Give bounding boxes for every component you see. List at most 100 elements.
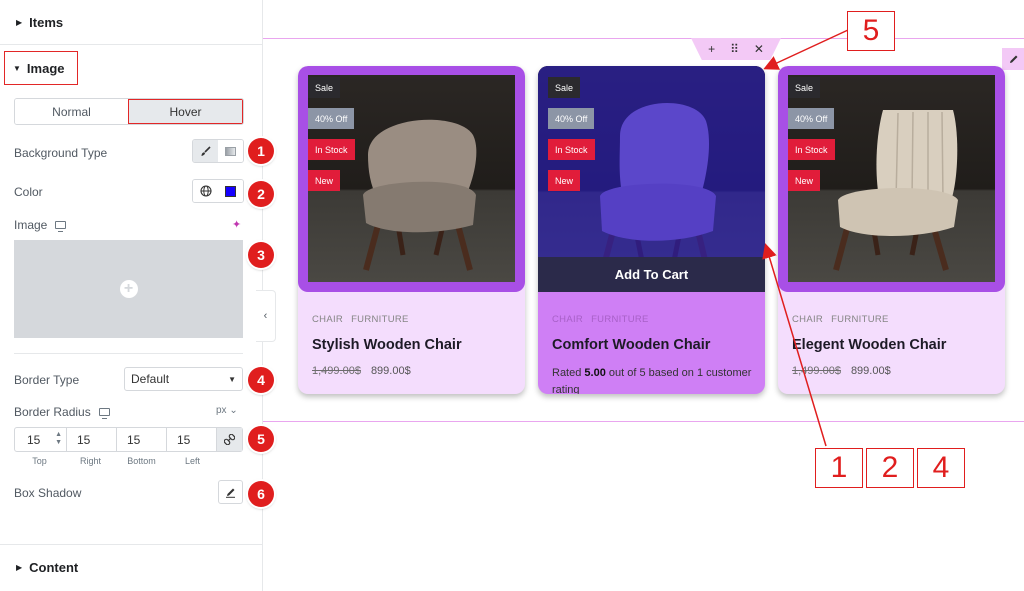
global-colors-button[interactable] <box>193 180 218 202</box>
product-rating: Rated 5.00 out of 5 based on 1 customer … <box>552 365 752 394</box>
badge-in-stock: In Stock <box>788 139 835 160</box>
image-label: Image <box>14 218 48 232</box>
border-type-label: Border Type <box>14 373 80 387</box>
color-controls <box>192 179 244 203</box>
product-categories: CHAIR FURNITURE <box>792 314 889 325</box>
border-radius-label-row: Border Radius <box>14 405 110 419</box>
badge-sale: Sale <box>548 77 581 98</box>
radius-left-input[interactable]: 15 <box>167 428 217 451</box>
callout-badge-6: 6 <box>248 481 274 507</box>
link-values-button[interactable] <box>217 428 242 451</box>
ai-sparkle-icon[interactable]: ✦ <box>232 218 241 231</box>
category-link[interactable]: CHAIR <box>792 314 823 325</box>
section-content-toggle[interactable]: ▶ Content <box>0 544 262 589</box>
radius-bottom-value: 15 <box>127 432 141 447</box>
badge-new: New <box>548 170 581 191</box>
caret-down-icon: ▼ <box>13 63 21 73</box>
radius-right-value: 15 <box>77 432 91 447</box>
responsive-desktop-icon[interactable] <box>55 221 67 232</box>
product-title[interactable]: Comfort Wooden Chair <box>552 337 710 353</box>
image-upload-area[interactable]: + <box>14 240 243 338</box>
panel-divider <box>14 353 243 354</box>
edit-widget-button[interactable] <box>1002 48 1024 70</box>
callout-badge-5: 5 <box>248 426 274 452</box>
annotation-box-5: 5 <box>847 11 895 51</box>
radius-right-input[interactable]: 15 <box>67 428 117 451</box>
background-type-label: Background Type <box>14 146 108 160</box>
drag-handle-icon[interactable]: ⠿ <box>730 42 739 56</box>
annotation-box-2: 2 <box>866 448 914 488</box>
background-type-switch <box>192 139 244 163</box>
sale-price: 899.00$ <box>850 365 891 377</box>
pencil-icon <box>1009 55 1017 63</box>
product-image-frame: Sale 40% Off In Stock New <box>778 66 1005 292</box>
product-image-frame: Sale 40% Off In Stock New <box>298 66 525 292</box>
label-bottom: Bottom <box>127 456 156 466</box>
category-link[interactable]: CHAIR <box>552 314 583 325</box>
border-radius-inputs: 15 ▲ ▼ 15 15 15 <box>14 427 243 452</box>
tab-hover[interactable]: Hover <box>128 99 243 124</box>
rating-prefix: Rated <box>552 367 582 379</box>
add-section-icon[interactable]: + <box>708 42 715 56</box>
product-categories: CHAIR FURNITURE <box>552 314 649 325</box>
product-title[interactable]: Stylish Wooden Chair <box>312 337 462 353</box>
annotation-box-1: 1 <box>815 448 863 488</box>
product-card[interactable]: Sale 40% Off In Stock New CHAIR FURNITUR… <box>778 66 1005 394</box>
border-radius-label: Border Radius <box>14 405 91 419</box>
classic-brush-button[interactable] <box>193 140 218 162</box>
section-toolbar: + ⠿ ✕ <box>691 38 781 60</box>
radius-input-labels: Top Right Bottom Left <box>14 456 218 466</box>
add-to-cart-button[interactable]: Add To Cart <box>538 257 765 292</box>
tab-normal[interactable]: Normal <box>15 99 128 124</box>
stepper-icon[interactable]: ▲ ▼ <box>55 431 62 447</box>
category-link[interactable]: CHAIR <box>312 314 343 325</box>
section-image-toggle[interactable]: ▼ Image <box>4 51 78 85</box>
box-shadow-label: Box Shadow <box>14 486 82 500</box>
pencil-icon <box>226 488 235 498</box>
units-value: px <box>216 405 227 416</box>
sale-price: 899.00$ <box>370 365 411 377</box>
badge-new: New <box>788 170 821 191</box>
badge-discount: 40% Off <box>548 108 595 129</box>
label-top: Top <box>32 456 47 466</box>
product-card[interactable]: Sale 40% Off In Stock New CHAIR FURNITUR… <box>298 66 525 394</box>
radius-bottom-input[interactable]: 15 <box>117 428 167 451</box>
units-select[interactable]: px ⌄ <box>216 405 238 416</box>
product-image-frame: Add To Cart Sale 40% Off In Stock New <box>538 66 765 292</box>
label-left: Left <box>184 456 200 466</box>
rating-suffix: out of 5 based on 1 customer rating <box>552 367 752 394</box>
state-tabs: Normal Hover <box>14 98 244 125</box>
section-image-label: Image <box>26 60 65 76</box>
gradient-button[interactable] <box>218 140 243 162</box>
responsive-desktop-icon[interactable] <box>98 408 110 419</box>
badge-discount: 40% Off <box>308 108 355 129</box>
brush-icon <box>201 145 211 156</box>
color-label: Color <box>14 185 43 199</box>
box-shadow-edit-button[interactable] <box>218 480 243 504</box>
section-items-toggle[interactable]: ▶ Items <box>0 0 262 45</box>
chevron-down-icon: ▼ <box>228 374 236 384</box>
badge-in-stock: In Stock <box>548 139 595 160</box>
border-type-select[interactable]: Default ▼ <box>124 367 243 391</box>
product-title[interactable]: Elegent Wooden Chair <box>792 337 946 353</box>
color-swatch <box>225 185 236 197</box>
radius-top-input[interactable]: 15 ▲ ▼ <box>15 428 67 451</box>
old-price: 1,499.00$ <box>312 365 361 377</box>
radius-left-value: 15 <box>177 432 191 447</box>
editor-panel: ▶ Items ▼ Image Normal Hover Background … <box>0 0 274 591</box>
close-icon[interactable]: ✕ <box>754 42 764 56</box>
annotation-box-4: 4 <box>917 448 965 488</box>
category-link[interactable]: FURNITURE <box>591 314 649 325</box>
caret-right-icon: ▶ <box>16 562 23 572</box>
border-type-value: Default <box>131 372 170 386</box>
add-image-icon: + <box>119 280 138 298</box>
category-link[interactable]: FURNITURE <box>831 314 889 325</box>
color-picker-button[interactable] <box>218 180 243 202</box>
old-price: 1,499.00$ <box>792 365 841 377</box>
badge-sale: Sale <box>308 77 341 98</box>
badge-discount: 40% Off <box>788 108 835 129</box>
category-link[interactable]: FURNITURE <box>351 314 409 325</box>
badge-sale: Sale <box>788 77 821 98</box>
product-card-hovered[interactable]: Add To Cart Sale 40% Off In Stock New CH… <box>538 66 765 394</box>
link-icon <box>224 434 235 445</box>
